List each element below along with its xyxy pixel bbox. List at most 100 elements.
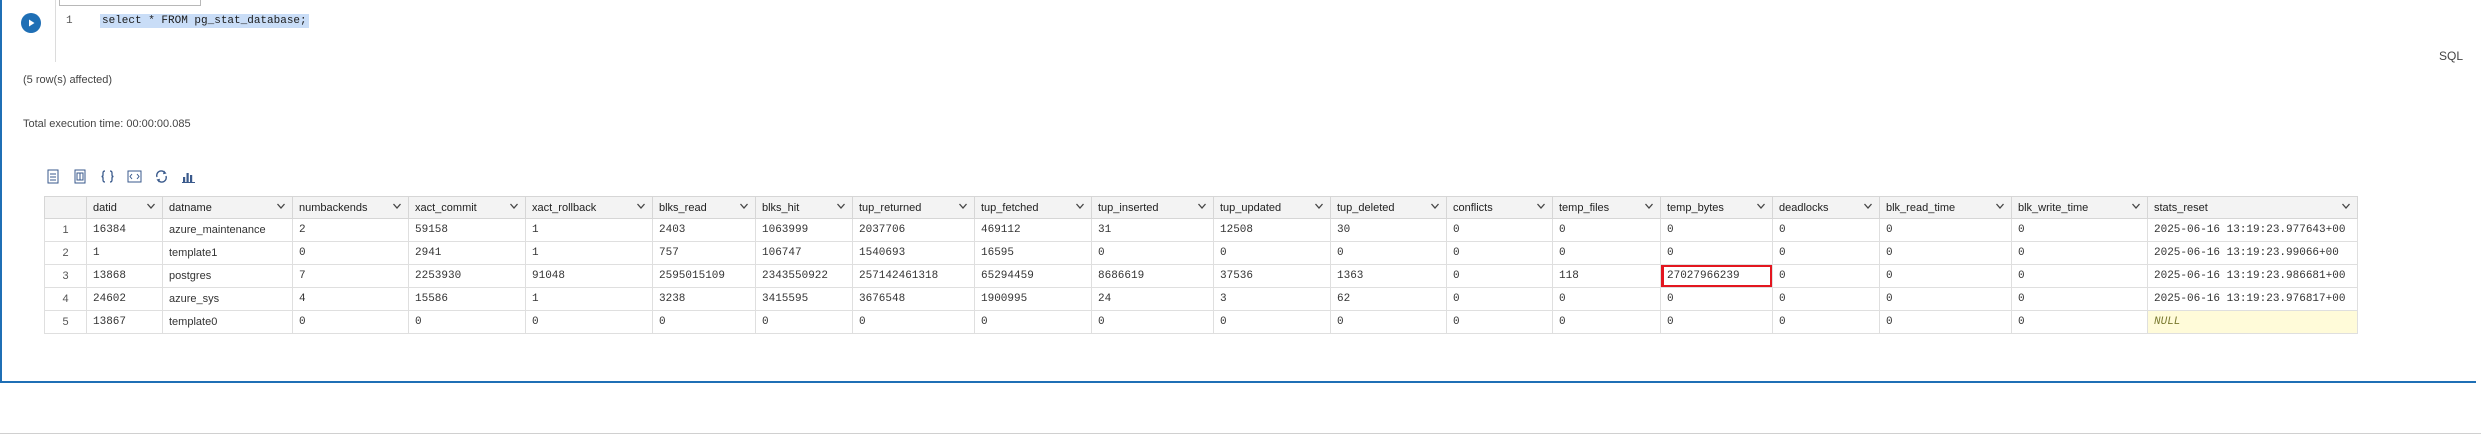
table-cell[interactable]: 0 — [1091, 310, 1214, 334]
table-cell[interactable]: 16595 — [974, 241, 1092, 265]
table-cell[interactable]: 0 — [1879, 287, 2012, 311]
chevron-down-icon[interactable] — [836, 201, 846, 214]
table-cell[interactable]: 3 — [1213, 287, 1331, 311]
table-cell[interactable]: 16384 — [86, 218, 163, 242]
chevron-down-icon[interactable] — [636, 201, 646, 214]
table-cell[interactable]: 7 — [292, 264, 409, 288]
table-cell[interactable]: 0 — [525, 310, 653, 334]
chevron-down-icon[interactable] — [1314, 201, 1324, 214]
table-cell[interactable]: 118 — [1552, 264, 1661, 288]
table-cell[interactable]: 0 — [1772, 218, 1880, 242]
table-cell[interactable]: 757 — [652, 241, 756, 265]
table-cell[interactable]: 2941 — [408, 241, 526, 265]
table-cell[interactable]: 0 — [292, 241, 409, 265]
table-cell[interactable]: 0 — [755, 310, 853, 334]
table-cell[interactable]: 13868 — [86, 264, 163, 288]
table-cell[interactable]: 106747 — [755, 241, 853, 265]
table-cell[interactable]: 0 — [1552, 218, 1661, 242]
table-cell[interactable]: 0 — [292, 310, 409, 334]
table-cell[interactable]: 0 — [1552, 287, 1661, 311]
column-header-blks-hit[interactable]: blks_hit — [755, 196, 853, 219]
table-cell[interactable]: 0 — [1446, 218, 1553, 242]
chevron-down-icon[interactable] — [1430, 201, 1440, 214]
table-cell[interactable]: 1 — [86, 241, 163, 265]
save-as-json-icon[interactable] — [99, 168, 116, 185]
table-cell[interactable]: 0 — [2011, 218, 2148, 242]
table-cell[interactable]: 24 — [1091, 287, 1214, 311]
chevron-down-icon[interactable] — [2131, 201, 2141, 214]
table-cell[interactable]: 30 — [1330, 218, 1447, 242]
column-header-temp-bytes[interactable]: temp_bytes — [1660, 196, 1773, 219]
language-label[interactable]: SQL — [2439, 49, 2463, 63]
column-header-xact-rollback[interactable]: xact_rollback — [525, 196, 653, 219]
table-cell[interactable]: 2403 — [652, 218, 756, 242]
table-cell[interactable]: NULL — [2147, 310, 2358, 334]
column-header-tup-deleted[interactable]: tup_deleted — [1330, 196, 1447, 219]
table-cell[interactable]: 0 — [1446, 287, 1553, 311]
table-cell[interactable]: 24602 — [86, 287, 163, 311]
column-header-numbackends[interactable]: numbackends — [292, 196, 409, 219]
table-cell[interactable]: 0 — [1330, 310, 1447, 334]
sql-code-line[interactable]: select * FROM pg_stat_database; — [100, 14, 309, 28]
table-cell[interactable]: azure_sys — [162, 287, 293, 311]
column-header-xact-commit[interactable]: xact_commit — [408, 196, 526, 219]
table-cell[interactable]: 0 — [1772, 310, 1880, 334]
table-cell[interactable]: 0 — [1660, 287, 1773, 311]
table-cell[interactable]: 0 — [1213, 310, 1331, 334]
column-header-blk-read-time[interactable]: blk_read_time — [1879, 196, 2012, 219]
table-cell[interactable]: 4 — [292, 287, 409, 311]
table-cell[interactable]: 13867 — [86, 310, 163, 334]
table-cell[interactable]: 0 — [1552, 241, 1661, 265]
run-cell-button[interactable] — [21, 13, 41, 33]
table-cell[interactable]: 0 — [1879, 241, 2012, 265]
table-cell[interactable]: template1 — [162, 241, 293, 265]
copy-icon[interactable] — [153, 168, 170, 185]
save-as-xml-icon[interactable] — [126, 168, 143, 185]
table-cell[interactable]: 8686619 — [1091, 264, 1214, 288]
table-cell[interactable]: 0 — [852, 310, 975, 334]
chevron-down-icon[interactable] — [1644, 201, 1654, 214]
table-cell[interactable]: 0 — [2011, 264, 2148, 288]
table-row[interactable]: 2 1 template1 0 2941 1 757 106747 1540693 16595 0 0… — [44, 241, 2358, 265]
chevron-down-icon[interactable] — [1863, 201, 1873, 214]
column-header-tup-updated[interactable]: tup_updated — [1213, 196, 1331, 219]
table-cell[interactable]: 3415595 — [755, 287, 853, 311]
table-cell[interactable]: 65294459 — [974, 264, 1092, 288]
chevron-down-icon[interactable] — [146, 201, 156, 214]
chevron-down-icon[interactable] — [958, 201, 968, 214]
table-cell[interactable]: 2343550922 — [755, 264, 853, 288]
column-header-datname[interactable]: datname — [162, 196, 293, 219]
chevron-down-icon[interactable] — [276, 201, 286, 214]
table-cell[interactable]: 0 — [974, 310, 1092, 334]
column-header-temp-files[interactable]: temp_files — [1552, 196, 1661, 219]
column-header-blk-write-time[interactable]: blk_write_time — [2011, 196, 2148, 219]
table-cell[interactable]: 31 — [1091, 218, 1214, 242]
chevron-down-icon[interactable] — [739, 201, 749, 214]
table-cell[interactable]: 37536 — [1213, 264, 1331, 288]
table-cell[interactable]: 0 — [1446, 264, 1553, 288]
table-cell[interactable]: 1540693 — [852, 241, 975, 265]
save-as-excel-icon[interactable] — [72, 168, 89, 185]
table-cell[interactable]: 469112 — [974, 218, 1092, 242]
table-row[interactable]: 1 16384 azure_maintenance 2 59158 1 2403 106399… — [44, 218, 2358, 242]
table-cell[interactable]: 2025-06-16 13:19:23.977643+00 — [2147, 218, 2358, 242]
column-header-stats-reset[interactable]: stats_reset — [2147, 196, 2358, 219]
column-header-tup-fetched[interactable]: tup_fetched — [974, 196, 1092, 219]
table-cell[interactable]: 59158 — [408, 218, 526, 242]
table-cell[interactable]: 3676548 — [852, 287, 975, 311]
table-cell[interactable]: 2 — [292, 218, 409, 242]
table-cell[interactable]: 0 — [1772, 287, 1880, 311]
table-cell[interactable]: 0 — [1446, 241, 1553, 265]
table-cell[interactable]: 15586 — [408, 287, 526, 311]
column-header-blks-read[interactable]: blks_read — [652, 196, 756, 219]
table-row[interactable]: 3 13868 postgres 7 2253930 91048 2595015109 234… — [44, 264, 2358, 288]
table-cell[interactable]: 2025-06-16 13:19:23.976817+00 — [2147, 287, 2358, 311]
chevron-down-icon[interactable] — [392, 201, 402, 214]
table-cell[interactable]: 0 — [2011, 241, 2148, 265]
table-cell[interactable]: 3238 — [652, 287, 756, 311]
chevron-down-icon[interactable] — [1536, 201, 1546, 214]
table-cell[interactable]: 2025-06-16 13:19:23.99066+00 — [2147, 241, 2358, 265]
table-cell[interactable]: 62 — [1330, 287, 1447, 311]
chevron-down-icon[interactable] — [509, 201, 519, 214]
table-cell[interactable]: 0 — [1552, 310, 1661, 334]
